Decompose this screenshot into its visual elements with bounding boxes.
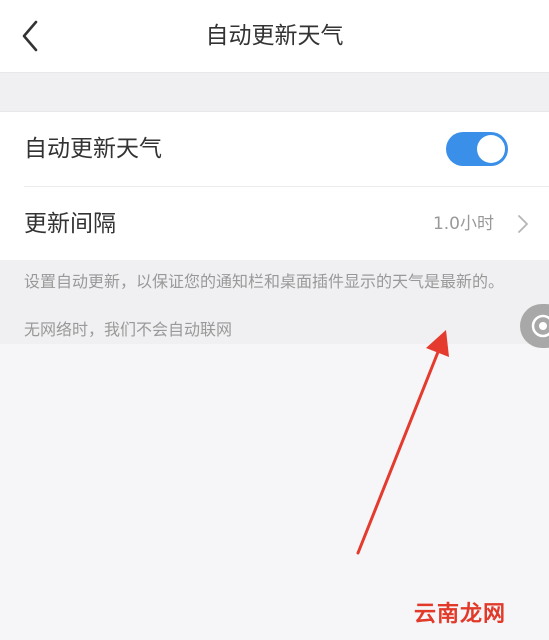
update-interval-label: 更新间隔 <box>24 211 116 237</box>
toggle-knob <box>477 135 505 163</box>
settings-card: 自动更新天气 更新间隔 1.0小时 <box>0 111 549 260</box>
settings-note: 设置自动更新，以保证您的通知栏和桌面插件显示的天气是最新的。 无网络时，我们不会… <box>0 260 549 344</box>
note-description: 设置自动更新，以保证您的通知栏和桌面插件显示的天气是最新的。 <box>24 272 505 291</box>
auto-update-row[interactable]: 自动更新天气 <box>0 112 549 187</box>
chevron-right-icon <box>518 215 528 233</box>
update-interval-value: 1.0小时 <box>432 214 494 234</box>
shutter-icon <box>531 314 549 338</box>
page-title: 自动更新天气 <box>205 23 344 49</box>
watermark-logo: 云南龙网 <box>414 602 507 627</box>
top-bar: 自动更新天气 <box>0 0 549 73</box>
note-offline: 无网络时，我们不会自动联网 <box>24 320 233 339</box>
auto-update-toggle[interactable] <box>446 132 508 166</box>
auto-update-label: 自动更新天气 <box>24 136 162 162</box>
update-interval-row[interactable]: 更新间隔 1.0小时 <box>0 187 549 261</box>
section-gap <box>0 73 549 111</box>
